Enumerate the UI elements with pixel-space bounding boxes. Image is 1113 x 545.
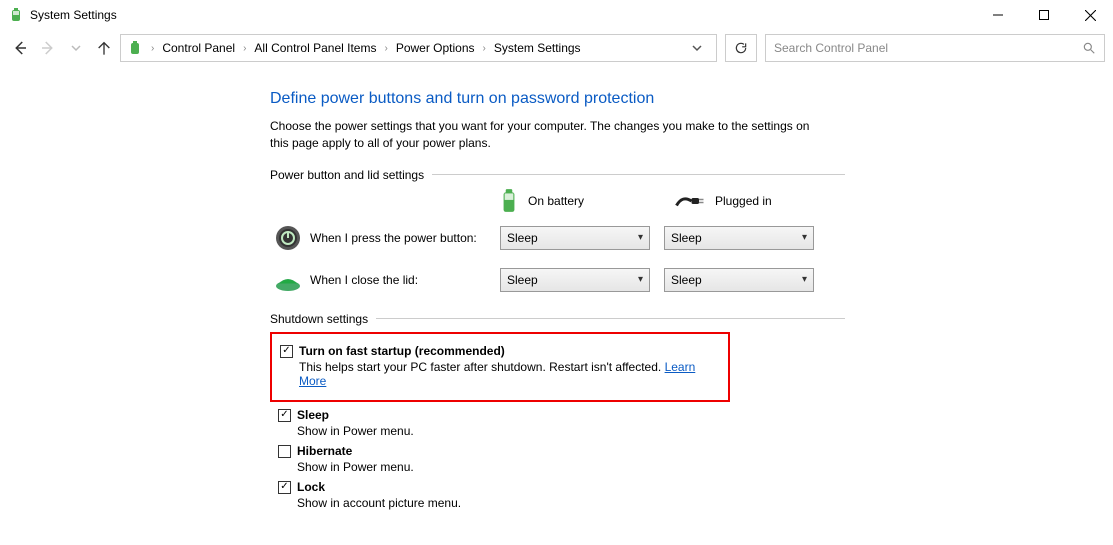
dropdown-power-plugged[interactable]: Sleep ▾	[664, 226, 814, 250]
column-battery: On battery	[500, 188, 655, 214]
page-heading: Define power buttons and turn on passwor…	[270, 90, 860, 108]
dropdown-lid-battery[interactable]: Sleep ▾	[500, 268, 650, 292]
dropdown-value: Sleep	[671, 231, 702, 245]
checkbox-fast-startup[interactable]	[280, 345, 293, 358]
dropdown-power-battery[interactable]: Sleep ▾	[500, 226, 650, 250]
search-icon	[1082, 41, 1096, 55]
column-battery-label: On battery	[528, 194, 584, 208]
checkbox-subtext: Show in account picture menu.	[297, 496, 845, 510]
checkbox-label: Turn on fast startup (recommended)	[299, 344, 505, 358]
chevron-down-icon: ▾	[802, 274, 807, 285]
back-button[interactable]	[8, 34, 32, 62]
refresh-button[interactable]	[725, 34, 757, 62]
content-pane: Define power buttons and turn on passwor…	[0, 66, 860, 510]
checkbox-label: Hibernate	[297, 444, 352, 458]
divider	[376, 318, 845, 319]
dropdown-value: Sleep	[507, 273, 538, 287]
close-button[interactable]	[1067, 0, 1113, 30]
search-input[interactable]: Search Control Panel	[765, 34, 1105, 62]
highlight-fast-startup: Turn on fast startup (recommended) This …	[270, 332, 730, 402]
titlebar: System Settings	[0, 0, 1113, 30]
navbar: › Control Panel › All Control Panel Item…	[0, 30, 1113, 66]
breadcrumb-item[interactable]: All Control Panel Items	[252, 39, 378, 57]
window-title: System Settings	[30, 8, 117, 22]
chevron-right-icon: ›	[147, 43, 158, 54]
checkbox-subtext: Show in Power menu.	[297, 424, 845, 438]
section-shutdown: Shutdown settings	[270, 312, 845, 326]
checkbox-lock[interactable]	[278, 481, 291, 494]
row-label: When I press the power button:	[310, 231, 500, 245]
lid-icon	[274, 266, 302, 294]
checkbox-label: Lock	[297, 480, 325, 494]
address-bar[interactable]: › Control Panel › All Control Panel Item…	[120, 34, 717, 62]
section-title-label: Power button and lid settings	[270, 168, 424, 182]
up-button[interactable]	[92, 34, 116, 62]
breadcrumb-item[interactable]: Power Options	[394, 39, 477, 57]
power-grid: On battery Plugged in When I press the p…	[270, 188, 860, 294]
battery-icon	[500, 188, 518, 214]
plug-icon	[675, 193, 705, 209]
power-button-icon	[274, 224, 302, 252]
chevron-right-icon: ›	[479, 43, 490, 54]
chevron-right-icon: ›	[380, 43, 391, 54]
page-description: Choose the power settings that you want …	[270, 118, 830, 152]
address-dropdown-button[interactable]	[692, 43, 712, 53]
dropdown-value: Sleep	[671, 273, 702, 287]
recent-locations-button[interactable]	[64, 34, 88, 62]
chevron-down-icon: ▾	[802, 232, 807, 243]
power-options-icon	[127, 40, 143, 56]
shutdown-settings: Turn on fast startup (recommended) This …	[270, 332, 845, 510]
column-plugged-label: Plugged in	[715, 194, 772, 208]
search-placeholder: Search Control Panel	[774, 41, 1082, 55]
section-title-label: Shutdown settings	[270, 312, 368, 326]
dropdown-lid-plugged[interactable]: Sleep ▾	[664, 268, 814, 292]
subtext-text: This helps start your PC faster after sh…	[299, 360, 661, 374]
row-label: When I close the lid:	[310, 273, 500, 287]
chevron-right-icon: ›	[239, 43, 250, 54]
dropdown-value: Sleep	[507, 231, 538, 245]
checkbox-subtext: Show in Power menu.	[297, 460, 845, 474]
power-options-icon	[8, 7, 24, 23]
chevron-down-icon: ▾	[638, 274, 643, 285]
breadcrumb-item[interactable]: System Settings	[492, 39, 583, 57]
column-plugged: Plugged in	[675, 193, 830, 209]
forward-button[interactable]	[36, 34, 60, 62]
breadcrumb-item[interactable]: Control Panel	[160, 39, 237, 57]
checkbox-label: Sleep	[297, 408, 329, 422]
divider	[432, 174, 845, 175]
maximize-button[interactable]	[1021, 0, 1067, 30]
minimize-button[interactable]	[975, 0, 1021, 30]
section-power-button: Power button and lid settings	[270, 168, 845, 182]
chevron-down-icon: ▾	[638, 232, 643, 243]
checkbox-sleep[interactable]	[278, 409, 291, 422]
checkbox-subtext: This helps start your PC faster after sh…	[299, 360, 720, 388]
row-lid: When I close the lid: Sleep ▾ Sleep ▾	[270, 266, 860, 294]
checkbox-hibernate[interactable]	[278, 445, 291, 458]
row-power-button: When I press the power button: Sleep ▾ S…	[270, 224, 860, 252]
